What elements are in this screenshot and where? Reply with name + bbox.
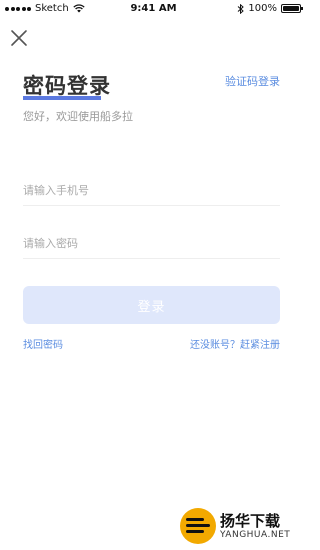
close-icon (11, 30, 27, 46)
watermark-logo-icon (180, 508, 216, 544)
battery-percent: 100% (248, 3, 277, 14)
status-bar: Sketch 9:41 AM 100% (0, 0, 307, 18)
register-link[interactable]: 还没账号？赶紧注册 (190, 336, 280, 351)
password-input[interactable] (23, 228, 280, 259)
watermark-text-cn: 扬华下载 (220, 512, 281, 530)
title-underline (23, 96, 101, 100)
phone-input[interactable] (23, 175, 280, 206)
watermark-text: 扬华下载 YANGHUA.NET (220, 512, 290, 540)
bluetooth-icon (238, 3, 245, 14)
watermark-text-en: YANGHUA.NET (220, 530, 291, 540)
battery-icon (281, 4, 303, 13)
status-right: 100% (237, 3, 303, 14)
login-button[interactable]: 登录 (23, 286, 280, 324)
watermark: 扬华下载 YANGHUA.NET (180, 508, 302, 544)
close-button[interactable] (9, 28, 29, 48)
login-screen: Sketch 9:41 AM 100% 密码登录 验证码登录 您好，欢迎使用船多… (0, 0, 307, 550)
sms-login-link[interactable]: 验证码登录 (225, 73, 280, 89)
forgot-password-link[interactable]: 找回密码 (23, 336, 63, 351)
welcome-subtitle: 您好，欢迎使用船多拉 (23, 110, 133, 123)
